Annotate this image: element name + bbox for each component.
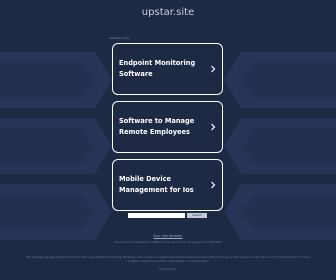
related-link-label: Endpoint Monitoring Software (119, 59, 196, 78)
search-row: Search (128, 213, 209, 219)
buy-domain-link[interactable]: Buy this domain (0, 234, 336, 238)
chevron-right-icon (211, 65, 216, 73)
chevron-right-icon (211, 123, 216, 131)
chevron-right-icon (211, 181, 216, 189)
search-input[interactable] (128, 213, 185, 218)
related-links-label: Related Links (109, 36, 130, 40)
related-link-manage-remote-employees[interactable]: Software to Manage Remote Employees (112, 101, 223, 153)
disclaimer-text: This webpage was generated by the domain… (26, 256, 310, 263)
search-button[interactable]: Search (187, 213, 207, 218)
owner-offer-text: The owner of upstar.site is offering it … (114, 240, 222, 244)
privacy-policy-link[interactable]: Privacy Policy (0, 268, 336, 271)
related-link-label: Software to Manage Remote Employees (119, 117, 195, 136)
related-link-endpoint-monitoring[interactable]: Endpoint Monitoring Software (112, 43, 223, 95)
related-link-mobile-device-management[interactable]: Mobile Device Management for Ios (112, 159, 223, 211)
site-title: upstar.site (141, 7, 195, 18)
related-link-label: Mobile Device Management for Ios (119, 175, 194, 194)
